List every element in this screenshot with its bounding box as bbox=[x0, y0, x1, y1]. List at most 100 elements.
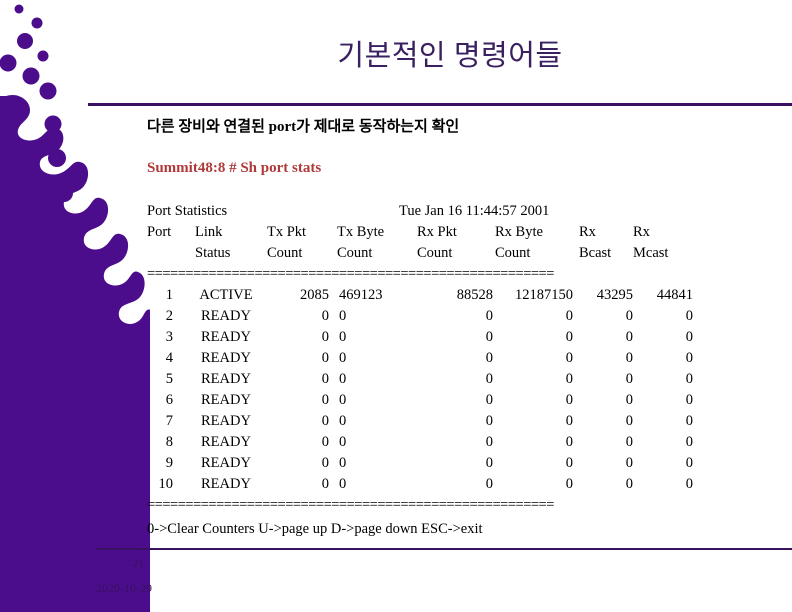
deco-dot bbox=[14, 4, 24, 14]
cell-link-status: READY bbox=[201, 308, 251, 324]
cell-rx-pkt-count: 88528 bbox=[456, 287, 493, 303]
console-key-hints: 0->Clear Counters U->page up D->page dow… bbox=[147, 521, 483, 537]
blob-shape bbox=[0, 95, 150, 612]
header-rx-byte-count: Count bbox=[495, 245, 531, 261]
cell-tx-byte-count: 0 bbox=[339, 476, 347, 492]
report-timestamp: Tue Jan 16 11:44:57 2001 bbox=[399, 203, 550, 219]
header-tx-byte-count: Count bbox=[337, 245, 373, 261]
table-row: 1 ACTIVE 2085 469123 88528 12187150 43295 44841 bbox=[147, 287, 767, 308]
cell-rx-bcast: 0 bbox=[625, 308, 633, 324]
console-header-row-2: Status Count Count Count Count Bcast Mca… bbox=[147, 245, 767, 266]
cell-rx-byte-count: 0 bbox=[565, 371, 573, 387]
cell-rx-mcast: 44841 bbox=[656, 287, 693, 303]
cell-port: 2 bbox=[165, 308, 173, 324]
header-rx-byte: Rx Byte bbox=[495, 224, 543, 240]
deco-dot bbox=[17, 33, 33, 49]
cell-tx-byte-count: 0 bbox=[339, 392, 347, 408]
cell-rx-bcast: 0 bbox=[625, 371, 633, 387]
console-rows: 1 ACTIVE 2085 469123 88528 12187150 43295 44841… bbox=[147, 287, 767, 497]
cell-link-status: READY bbox=[201, 329, 251, 345]
deco-dot bbox=[31, 17, 43, 29]
cell-tx-pkt-count: 2085 bbox=[300, 287, 329, 303]
cell-rx-mcast: 0 bbox=[685, 413, 693, 429]
header-tx-byte: Tx Byte bbox=[337, 224, 385, 240]
deco-dot bbox=[85, 446, 97, 458]
console-output: Port Statistics Tue Jan 16 11:44:57 2001… bbox=[147, 203, 767, 518]
table-row: 4 READY 0 0 0 0 0 0 bbox=[147, 350, 767, 371]
cell-rx-bcast: 0 bbox=[625, 413, 633, 429]
footer-date: 2020-10-29 bbox=[96, 581, 152, 595]
deco-dot bbox=[39, 82, 57, 100]
deco-dot bbox=[60, 223, 78, 241]
deco-dot bbox=[22, 67, 40, 85]
table-row: 3 READY 0 0 0 0 0 0 bbox=[147, 329, 767, 350]
deco-dot bbox=[84, 447, 96, 459]
cell-port: 10 bbox=[158, 476, 174, 492]
cell-tx-byte-count: 0 bbox=[339, 371, 347, 387]
cell-tx-byte-count: 0 bbox=[339, 455, 347, 471]
header-rx-bcast: Rx bbox=[579, 224, 596, 240]
cell-rx-pkt-count: 0 bbox=[485, 413, 493, 429]
header-link-status: Status bbox=[195, 245, 231, 261]
table-row: 2 READY 0 0 0 0 0 0 bbox=[147, 308, 767, 329]
cell-link-status: READY bbox=[201, 350, 251, 366]
cell-rx-pkt-count: 0 bbox=[485, 392, 493, 408]
deco-dot bbox=[44, 115, 62, 133]
deco-dot bbox=[78, 412, 94, 428]
cell-rx-pkt-count: 0 bbox=[485, 455, 493, 471]
cell-rx-mcast: 0 bbox=[685, 455, 693, 471]
cell-rx-mcast: 0 bbox=[685, 329, 693, 345]
cell-link-status: READY bbox=[201, 413, 251, 429]
cell-tx-pkt-count: 0 bbox=[321, 455, 329, 471]
header-rx-mcast-label: Mcast bbox=[633, 245, 669, 261]
cell-rx-byte-count: 0 bbox=[565, 308, 573, 324]
cell-rx-bcast: 0 bbox=[625, 329, 633, 345]
deco-dot bbox=[65, 260, 83, 278]
header-link: Link bbox=[195, 224, 223, 240]
cell-tx-pkt-count: 0 bbox=[321, 350, 329, 366]
header-rx-bcast-label: Bcast bbox=[579, 245, 612, 261]
table-row: 7 READY 0 0 0 0 0 0 bbox=[147, 413, 767, 434]
cell-rx-byte-count: 0 bbox=[565, 455, 573, 471]
cell-rx-pkt-count: 0 bbox=[485, 434, 493, 450]
cell-rx-byte-count: 0 bbox=[565, 329, 573, 345]
cell-port: 6 bbox=[165, 392, 173, 408]
cell-port: 4 bbox=[165, 350, 173, 366]
cell-link-status: READY bbox=[201, 434, 251, 450]
table-row: 5 READY 0 0 0 0 0 0 bbox=[147, 371, 767, 392]
cell-port: 7 bbox=[165, 413, 173, 429]
cell-rx-bcast: 43295 bbox=[596, 287, 633, 303]
cell-rx-mcast: 0 bbox=[685, 371, 693, 387]
cell-link-status: READY bbox=[201, 392, 251, 408]
cell-tx-pkt-count: 0 bbox=[321, 392, 329, 408]
cell-rx-mcast: 0 bbox=[685, 350, 693, 366]
cell-port: 3 bbox=[165, 329, 173, 345]
deco-dot bbox=[79, 445, 93, 459]
cell-rx-mcast: 0 bbox=[685, 392, 693, 408]
cell-rx-mcast: 0 bbox=[685, 476, 693, 492]
title-divider bbox=[88, 103, 792, 106]
table-row: 8 READY 0 0 0 0 0 0 bbox=[147, 434, 767, 455]
cell-tx-byte-count: 0 bbox=[339, 434, 347, 450]
cell-rx-pkt-count: 0 bbox=[485, 308, 493, 324]
table-row: 9 READY 0 0 0 0 0 0 bbox=[147, 455, 767, 476]
header-port: Port bbox=[147, 224, 172, 240]
report-title: Port Statistics bbox=[147, 203, 228, 219]
cell-port: 5 bbox=[165, 371, 173, 387]
cell-tx-pkt-count: 0 bbox=[321, 329, 329, 345]
cell-rx-pkt-count: 0 bbox=[485, 329, 493, 345]
cell-link-status: READY bbox=[201, 371, 251, 387]
cell-rx-bcast: 0 bbox=[625, 392, 633, 408]
console-header-row-1: Port Link Tx Pkt Tx Byte Rx Pkt Rx Byte … bbox=[147, 224, 767, 245]
command-prompt-line: Summit48:8 # Sh port stats bbox=[147, 160, 322, 176]
deco-dot bbox=[81, 445, 95, 459]
cell-tx-pkt-count: 0 bbox=[321, 434, 329, 450]
cell-rx-pkt-count: 0 bbox=[485, 476, 493, 492]
deco-dot bbox=[37, 50, 49, 62]
footer-divider bbox=[96, 548, 792, 550]
cell-tx-pkt-count: 0 bbox=[321, 371, 329, 387]
cell-tx-byte-count: 0 bbox=[339, 308, 347, 324]
cell-rx-byte-count: 0 bbox=[565, 476, 573, 492]
cell-port: 8 bbox=[165, 434, 173, 450]
cell-tx-pkt-count: 0 bbox=[321, 476, 329, 492]
